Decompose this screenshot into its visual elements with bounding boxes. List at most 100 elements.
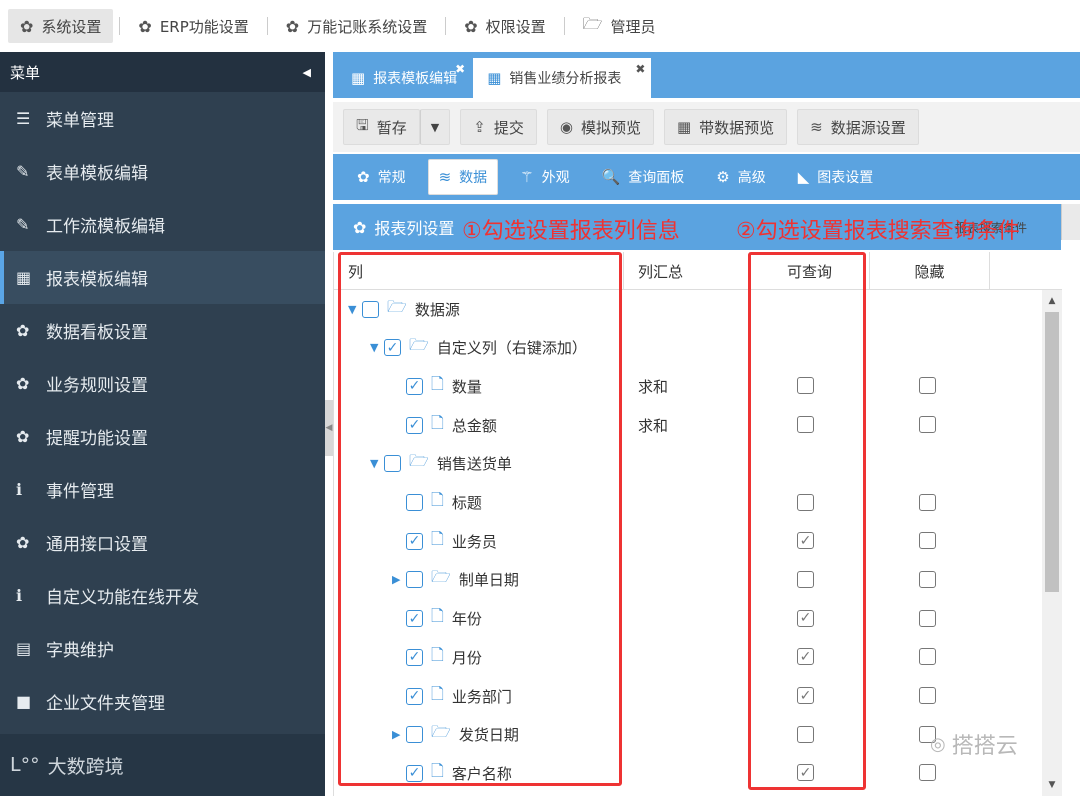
collapse-arrow-icon[interactable]: ◀ xyxy=(303,66,311,79)
save-dropdown-button[interactable]: ▼ xyxy=(419,109,451,145)
tab-advanced[interactable]: ⚙ 高级 xyxy=(706,159,775,195)
vertical-scrollbar[interactable]: ▲ ▼ xyxy=(1042,290,1062,796)
search-icon: 🔍 xyxy=(601,168,621,186)
tab-label: 图表设置 xyxy=(817,170,874,186)
button-label: 模拟预览 xyxy=(580,118,641,137)
scroll-down-icon[interactable]: ▼ xyxy=(1042,776,1062,794)
tab-general[interactable]: ✿ 常规 xyxy=(347,159,416,195)
tab-label: 报表模板编辑 xyxy=(373,71,458,87)
summary-cell[interactable]: 求和 xyxy=(638,367,668,405)
sidebar-collapse-handle[interactable]: ◀ xyxy=(325,400,333,456)
tab-bar: ▦ 报表模板编辑 ✖ ▦ 销售业绩分析报表 ✖ xyxy=(333,52,1080,98)
tab-query-panel[interactable]: 🔍 查询面板 xyxy=(592,159,695,195)
sidebar-item-report-template[interactable]: ▦ 报表模板编辑 xyxy=(0,251,325,304)
folder-icon: 🗁 xyxy=(582,13,603,33)
hidden-checkbox[interactable] xyxy=(919,764,936,782)
hidden-checkbox[interactable] xyxy=(919,532,936,550)
sidebar-item-label: 通用接口设置 xyxy=(46,535,148,555)
save-button[interactable]: 🖫 暂存 xyxy=(343,109,420,145)
sidebar-item-folders[interactable]: ■ 企业文件夹管理 xyxy=(0,675,325,728)
sidebar-item-label: 业务规则设置 xyxy=(46,376,148,396)
top-menu-system-settings[interactable]: ✿ 系统设置 xyxy=(8,9,114,43)
tab-chart-settings[interactable]: ◣ 图表设置 xyxy=(788,159,884,195)
sidebar-item-custom-dev[interactable]: i 自定义功能在线开发 xyxy=(0,569,325,622)
sidebar-item-label: 提醒功能设置 xyxy=(46,429,148,449)
tab-label: 查询面板 xyxy=(628,170,685,186)
sidebar-item-reminder[interactable]: ✿ 提醒功能设置 xyxy=(0,410,325,463)
sidebar-item-label: 表单模板编辑 xyxy=(46,164,148,184)
tab-sales-report[interactable]: ▦ 销售业绩分析报表 ✖ xyxy=(473,58,652,98)
tab-label: 常规 xyxy=(377,170,406,186)
preview-button[interactable]: ◉ 模拟预览 xyxy=(546,109,654,145)
hidden-checkbox[interactable] xyxy=(919,687,936,704)
logo-icon: ᒪ°° xyxy=(10,754,40,776)
tab-label: 销售业绩分析报表 xyxy=(509,71,622,87)
scroll-thumb[interactable] xyxy=(1045,312,1059,592)
column-header-summary[interactable]: 列汇总 xyxy=(624,252,750,290)
edit-icon: ✎ xyxy=(16,215,30,234)
sidebar-item-events[interactable]: i 事件管理 xyxy=(0,463,325,516)
top-menu-label: 系统设置 xyxy=(41,17,102,36)
sidebar-item-form-template[interactable]: ✎ 表单模板编辑 xyxy=(0,145,325,198)
tab-appearance[interactable]: ⚚ 外观 xyxy=(510,159,579,195)
footer-label: 大数跨境 xyxy=(47,755,124,778)
summary-cell[interactable]: 求和 xyxy=(638,406,668,444)
save-icon: 🖫 xyxy=(356,115,369,134)
top-menu-erp-settings[interactable]: ✿ ERP功能设置 xyxy=(126,9,260,43)
column-header-hidden[interactable]: 隐藏 xyxy=(870,252,990,290)
gear-icon: ✿ xyxy=(353,217,367,237)
sidebar-item-label: 企业文件夹管理 xyxy=(46,694,165,714)
top-menu-permission-settings[interactable]: ✿ 权限设置 xyxy=(452,9,557,43)
watermark-label: 搭搭云 xyxy=(951,734,1018,759)
close-icon[interactable]: ✖ xyxy=(635,62,645,76)
button-label: 带数据预览 xyxy=(699,118,775,137)
database-icon: ≋ xyxy=(810,118,823,136)
keyboard-icon: ▤ xyxy=(16,639,32,658)
sidebar-item-api[interactable]: ✿ 通用接口设置 xyxy=(0,516,325,569)
sidebar-item-dashboard[interactable]: ✿ 数据看板设置 xyxy=(0,304,325,357)
info-icon: i xyxy=(16,586,23,605)
close-icon[interactable]: ✖ xyxy=(455,62,465,76)
annotation-box-query xyxy=(748,252,866,790)
tab-report-template[interactable]: ▦ 报表模板编辑 ✖ xyxy=(337,58,471,98)
tab-label: 高级 xyxy=(737,170,766,186)
hidden-checkbox[interactable] xyxy=(919,493,936,511)
watermark: ◎ 搭搭云 xyxy=(930,728,1018,760)
hidden-checkbox[interactable] xyxy=(919,377,936,395)
top-menu-label: 权限设置 xyxy=(485,17,546,36)
data-preview-button[interactable]: ▦ 带数据预览 xyxy=(663,109,788,145)
gear-icon: ✿ xyxy=(16,374,30,393)
hidden-checkbox[interactable] xyxy=(919,416,936,434)
hidden-checkbox[interactable] xyxy=(919,570,936,588)
table-icon: ▦ xyxy=(16,268,32,287)
area-chart-icon: ◣ xyxy=(797,168,810,186)
sidebar-item-menu-management[interactable]: ☰ 菜单管理 xyxy=(0,92,325,145)
wechat-icon: ◎ xyxy=(930,733,946,755)
save-button-group: 🖫 暂存 ▼ xyxy=(343,109,451,145)
database-icon: ≋ xyxy=(438,168,452,186)
sidebar-item-workflow-template[interactable]: ✎ 工作流模板编辑 xyxy=(0,198,325,251)
datasource-button[interactable]: ≋ 数据源设置 xyxy=(797,109,919,145)
hidden-checkbox[interactable] xyxy=(919,648,936,666)
submit-button[interactable]: ⇪ 提交 xyxy=(460,109,537,145)
divider xyxy=(445,17,447,35)
eye-icon: ◉ xyxy=(559,118,573,136)
sidebar-footer: ᒪ°° 大数跨境 xyxy=(0,734,325,796)
gear-icon: ✿ xyxy=(16,427,30,446)
divider xyxy=(119,17,121,35)
gear-icon: ✿ xyxy=(464,16,478,36)
hidden-checkbox[interactable] xyxy=(919,609,936,627)
edit-icon: ✎ xyxy=(16,162,30,181)
scroll-up-icon[interactable]: ▲ xyxy=(1042,292,1062,310)
annotation-note-2: ②勾选设置报表搜索查询条件 xyxy=(736,219,1020,244)
sidebar-item-dictionary[interactable]: ▤ 字典维护 xyxy=(0,622,325,675)
button-label: 数据源设置 xyxy=(830,118,906,137)
gear-icon: ✿ xyxy=(20,16,34,36)
tab-data[interactable]: ≋ 数据 xyxy=(427,159,499,195)
table-icon: ▦ xyxy=(676,118,692,136)
toolbar: 🖫 暂存 ▼ ⇪ 提交 ◉ 模拟预览 ▦ 带数据预览 ≋ 数据源设置 xyxy=(333,102,1080,152)
top-menu-admin[interactable]: 🗁 管理员 xyxy=(571,9,668,43)
sidebar-item-business-rules[interactable]: ✿ 业务规则设置 xyxy=(0,357,325,410)
info-icon: i xyxy=(16,480,23,499)
top-menu-accounting-settings[interactable]: ✿ 万能记账系统设置 xyxy=(274,9,439,43)
